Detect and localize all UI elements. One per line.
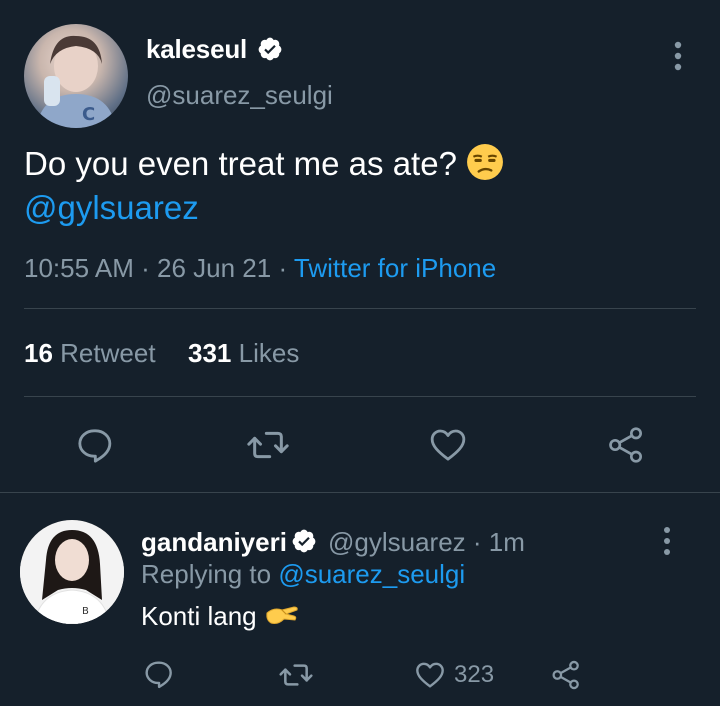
reply-age: · 1m — [472, 527, 525, 557]
retweet-icon[interactable] — [246, 425, 290, 465]
reply-body-text: Konti lang — [141, 601, 257, 631]
more-options-icon[interactable] — [664, 38, 692, 74]
reply-meta: @gylsuarez · 1m — [328, 527, 525, 558]
retweet-icon[interactable] — [278, 659, 314, 691]
unamused-face-emoji-icon — [467, 144, 504, 180]
author-display-name[interactable]: kaleseul — [146, 34, 247, 65]
avatar-photo-icon: C — [36, 35, 116, 128]
divider — [24, 396, 696, 397]
more-options-icon[interactable] — [654, 524, 680, 558]
tweet-detail-screen: C kaleseul @suarez_seulgi Do you even tr… — [0, 0, 720, 706]
author-avatar[interactable]: C — [24, 24, 128, 128]
share-icon[interactable] — [606, 425, 646, 465]
verified-badge-icon — [292, 529, 316, 553]
share-icon[interactable] — [550, 659, 582, 691]
svg-text:B: B — [82, 606, 89, 617]
reply-icon[interactable] — [142, 658, 174, 690]
reply-icon[interactable] — [74, 425, 114, 465]
like-icon[interactable] — [414, 659, 446, 691]
divider — [24, 308, 696, 309]
tweet-body-text: Do you even treat me as ate? — [24, 145, 457, 182]
retweets-label: Retweet — [60, 338, 156, 368]
meta-separator: · — [141, 253, 150, 283]
verified-badge-icon — [258, 37, 282, 61]
author-handle[interactable]: @suarez_seulgi — [146, 80, 333, 111]
reply-like-count: 323 — [454, 661, 495, 688]
meta-separator: · — [278, 253, 288, 283]
mention-link[interactable]: @gylsuarez — [24, 189, 199, 226]
replying-to-line: Replying to @suarez_seulgi — [141, 559, 465, 590]
retweets-count: 16 — [24, 338, 53, 368]
reply-text: Konti lang — [141, 601, 300, 632]
tweet-stats: 16 Retweet 331 Likes — [24, 338, 299, 369]
reply-author-handle[interactable]: @gylsuarez — [328, 527, 466, 557]
tweet-text: Do you even treat me as ate? @gylsuarez — [24, 142, 684, 230]
likes-count: 331 — [188, 338, 232, 368]
tweet-date: 26 Jun 21 — [157, 253, 272, 283]
avatar-photo-icon: B — [20, 520, 124, 624]
tweet-meta: 10:55 AM · 26 Jun 21 · Twitter for iPhon… — [24, 253, 496, 284]
retweets-stat[interactable]: 16 Retweet — [24, 338, 163, 368]
reply-author-avatar[interactable]: B — [20, 520, 124, 624]
tweet-time: 10:55 AM — [24, 253, 134, 283]
replying-to-handle[interactable]: @suarez_seulgi — [278, 559, 465, 589]
pinching-hand-emoji-icon — [266, 606, 298, 624]
like-icon[interactable] — [428, 425, 468, 465]
likes-label: Likes — [238, 338, 300, 368]
reply-author-display-name[interactable]: gandaniyeri — [141, 527, 287, 558]
replying-to-label: Replying to — [141, 559, 272, 589]
tweet-source-link[interactable]: Twitter for iPhone — [294, 253, 496, 283]
divider — [0, 492, 720, 493]
likes-stat[interactable]: 331 Likes — [188, 338, 299, 368]
svg-text:C: C — [82, 104, 95, 125]
